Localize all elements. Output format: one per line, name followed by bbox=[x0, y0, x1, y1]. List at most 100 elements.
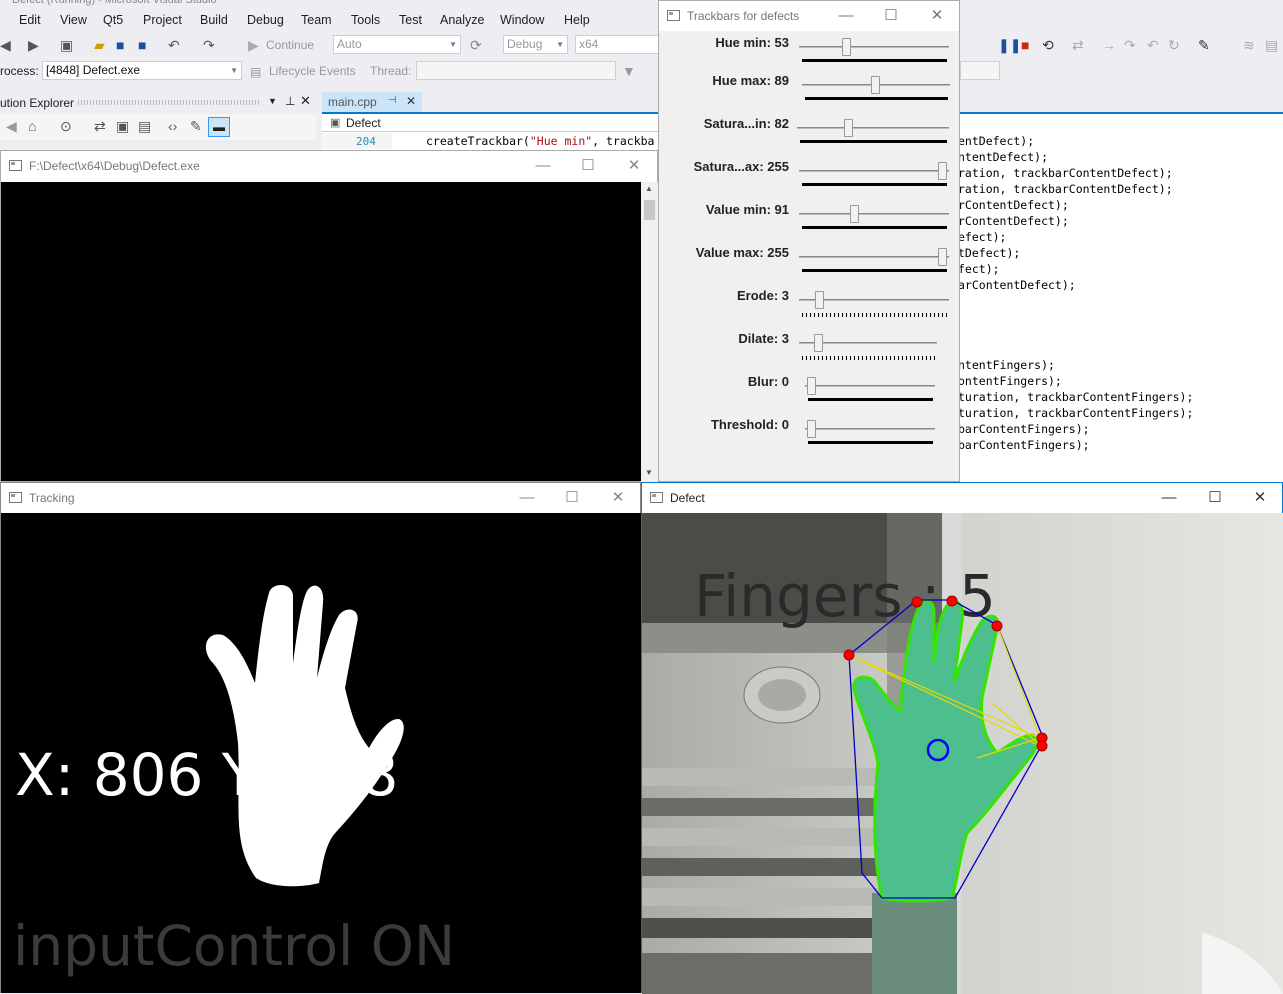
menu-window[interactable]: Window bbox=[500, 13, 544, 27]
trackbar-thumb[interactable] bbox=[843, 119, 853, 137]
menu-tools[interactable]: Tools bbox=[351, 13, 380, 27]
threads-icon[interactable]: ≋ bbox=[1243, 37, 1255, 53]
trackbar-track[interactable] bbox=[799, 213, 949, 215]
defect-point bbox=[946, 595, 958, 607]
platform-combo[interactable]: x64 bbox=[575, 35, 659, 54]
collapse-all-icon[interactable]: ▣ bbox=[116, 118, 129, 134]
lifecycle-events-button[interactable]: Lifecycle Events bbox=[269, 64, 356, 78]
continue-button[interactable]: Continue bbox=[266, 38, 314, 52]
menu-help[interactable]: Help bbox=[564, 13, 590, 27]
code-line: turation, trackbarContentFingers); bbox=[958, 390, 1194, 404]
chevron-down-icon[interactable]: ▼ bbox=[268, 96, 277, 106]
tab-main-cpp[interactable]: main.cpp ⊣ ✕ bbox=[322, 92, 422, 112]
trackbar-thumb[interactable] bbox=[841, 38, 851, 56]
minimize-icon[interactable]: — bbox=[532, 156, 554, 176]
menu-analyze[interactable]: Analyze bbox=[440, 13, 484, 27]
back-icon[interactable]: ◀ bbox=[6, 118, 17, 134]
menu-project[interactable]: Project bbox=[143, 13, 182, 27]
back-icon[interactable]: ◀ bbox=[0, 37, 11, 53]
save-all-icon[interactable]: ■ bbox=[138, 37, 146, 53]
properties-icon[interactable]: ✎ bbox=[190, 118, 202, 134]
stop-icon[interactable]: ■ bbox=[1021, 37, 1029, 53]
new-project-icon[interactable]: ▣ bbox=[60, 37, 73, 53]
close-icon[interactable]: ✕ bbox=[607, 488, 629, 508]
thread-combo[interactable] bbox=[416, 61, 616, 80]
maximize-icon[interactable]: ☐ bbox=[1204, 488, 1226, 508]
scroll-down-icon[interactable]: ▼ bbox=[645, 468, 653, 477]
trackbar-thumb[interactable] bbox=[813, 334, 823, 352]
show-next-statement-icon[interactable]: ⇄ bbox=[1072, 37, 1084, 53]
modules-icon[interactable]: ▤ bbox=[1265, 37, 1278, 53]
trackbar-thumb[interactable] bbox=[814, 291, 824, 309]
code-line: fect); bbox=[958, 262, 1000, 276]
forward-icon[interactable]: ▶ bbox=[28, 37, 39, 53]
filter-icon[interactable]: ▼ bbox=[622, 63, 636, 79]
menu-team[interactable]: Team bbox=[301, 13, 332, 27]
preview-selected-icon[interactable]: ▬ bbox=[208, 117, 230, 137]
code-editor-right-portion: entDefect); ntentDefect); ration, trackbar… bbox=[958, 134, 1283, 482]
step-back-icon[interactable]: ↻ bbox=[1168, 37, 1180, 53]
pin-icon[interactable]: ⊣ bbox=[388, 95, 397, 106]
menu-edit[interactable]: Edit bbox=[19, 13, 41, 27]
menu-qt5[interactable]: Qt5 bbox=[103, 13, 123, 27]
pause-icon[interactable]: ❚❚ bbox=[998, 37, 1021, 53]
close-icon[interactable]: ✕ bbox=[300, 93, 311, 109]
menu-build[interactable]: Build bbox=[200, 13, 228, 27]
scroll-thumb[interactable] bbox=[644, 200, 655, 220]
close-icon[interactable]: ✕ bbox=[623, 156, 645, 176]
open-folder-icon[interactable]: ▰ bbox=[94, 37, 105, 53]
editor-nav-project[interactable]: Defect bbox=[346, 116, 381, 130]
solution-config-combo[interactable]: Auto ▼ bbox=[333, 35, 461, 54]
maximize-icon[interactable]: ☐ bbox=[577, 156, 599, 176]
close-icon[interactable]: ✕ bbox=[406, 94, 416, 108]
minimize-icon[interactable]: — bbox=[1158, 488, 1180, 508]
pin-icon[interactable]: ⊥ bbox=[285, 94, 295, 108]
sync-icon[interactable]: ⇄ bbox=[94, 118, 106, 134]
trackbar-track[interactable] bbox=[799, 170, 949, 172]
trackbar-thumb[interactable] bbox=[938, 162, 947, 180]
code-icon[interactable]: ‹› bbox=[168, 118, 177, 134]
console-titlebar[interactable]: F:\Defect\x64\Debug\Defect.exe — ☐ ✕ bbox=[1, 151, 657, 182]
trackbar-thumb[interactable] bbox=[807, 420, 816, 438]
defect-camera-canvas: Fingers : 5 bbox=[642, 513, 1283, 994]
defect-titlebar[interactable]: Defect — ☐ ✕ bbox=[642, 483, 1282, 513]
menu-debug[interactable]: Debug bbox=[247, 13, 284, 27]
console-scrollbar[interactable]: ▲ ▼ bbox=[641, 182, 658, 482]
step-out-icon[interactable]: ↶ bbox=[1147, 37, 1159, 53]
menu-view[interactable]: View bbox=[60, 13, 87, 27]
trackbar-thumb[interactable] bbox=[807, 377, 816, 395]
hex-display-icon[interactable]: ✎ bbox=[1198, 37, 1210, 53]
ceiling-vent-inner bbox=[758, 679, 806, 711]
show-all-files-icon[interactable]: ▤ bbox=[138, 118, 151, 134]
trackbar-thumb[interactable] bbox=[871, 76, 881, 94]
menu-test[interactable]: Test bbox=[399, 13, 422, 27]
continue-icon[interactable]: ▶ bbox=[248, 37, 259, 53]
restart-icon[interactable]: ⟲ bbox=[1042, 37, 1054, 53]
pending-changes-icon[interactable]: ⊙ bbox=[60, 118, 72, 134]
trackbar-track[interactable] bbox=[799, 46, 949, 48]
code-line: ration, trackbarContentDefect); bbox=[958, 166, 1173, 180]
tracking-titlebar[interactable]: Tracking — ☐ ✕ bbox=[1, 483, 640, 513]
trackbar-thumb[interactable] bbox=[938, 248, 947, 266]
undo-icon[interactable]: ↶ bbox=[168, 37, 180, 53]
trackbar-track[interactable] bbox=[805, 428, 935, 430]
refresh-icon[interactable]: ⟳ bbox=[470, 37, 482, 53]
build-config-combo[interactable]: Debug ▼ bbox=[503, 35, 568, 54]
redo-icon[interactable]: ↷ bbox=[203, 37, 215, 53]
trackbar-track[interactable] bbox=[799, 256, 949, 258]
save-icon[interactable]: ■ bbox=[116, 37, 124, 53]
close-icon[interactable]: ✕ bbox=[1249, 488, 1271, 508]
maximize-icon[interactable]: ☐ bbox=[561, 488, 583, 508]
minimize-icon[interactable]: — bbox=[516, 488, 538, 508]
trackbar-thumb[interactable] bbox=[849, 205, 859, 223]
step-over-icon[interactable]: ↷ bbox=[1124, 37, 1136, 53]
trackbar-track[interactable] bbox=[805, 385, 935, 387]
trackbar-track[interactable] bbox=[797, 127, 949, 129]
step-into-icon[interactable]: → bbox=[1102, 37, 1116, 53]
code-line-204: createTrackbar("Hue min", trackba bbox=[426, 134, 655, 148]
process-combo[interactable]: [4848] Defect.exe ▼ bbox=[42, 61, 242, 80]
trackbar-label: Value min: 91 bbox=[705, 202, 789, 217]
stack-frame-combo[interactable] bbox=[960, 61, 1000, 80]
scroll-up-icon[interactable]: ▲ bbox=[645, 184, 653, 193]
home-icon[interactable]: ⌂ bbox=[28, 118, 36, 134]
